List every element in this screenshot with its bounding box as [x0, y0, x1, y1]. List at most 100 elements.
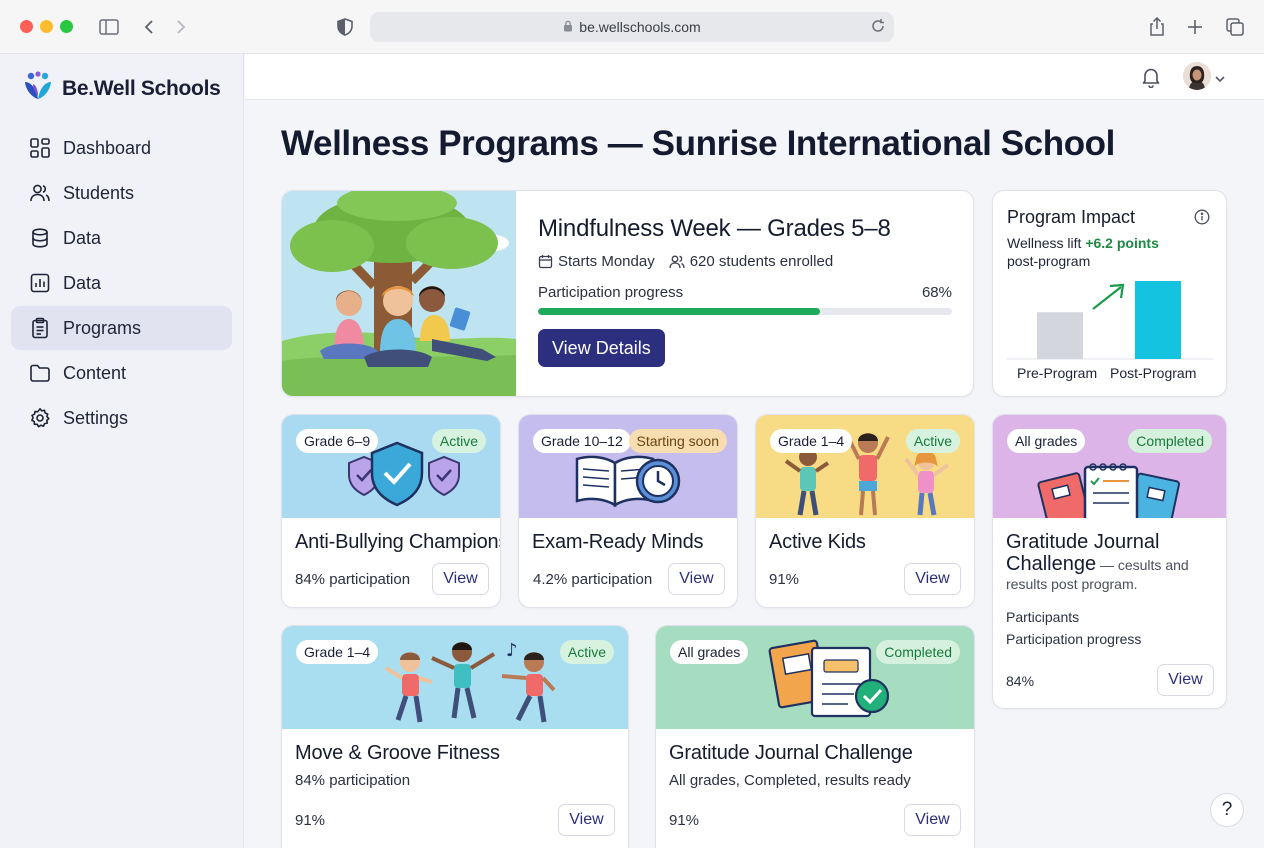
featured-enrollment: 620 students enrolled [669, 253, 833, 270]
status-badge: Completed [1128, 429, 1212, 453]
notification-bell-icon[interactable] [1141, 66, 1161, 93]
reload-icon[interactable] [870, 18, 886, 37]
featured-content: Mindfulness Week — Grades 5–8 Starts Mon… [538, 215, 952, 367]
chevron-down-icon[interactable] [1215, 70, 1225, 88]
clipboard-icon [32, 317, 48, 339]
progress-label: Participation progress [1006, 631, 1142, 647]
shield-icon[interactable] [332, 14, 358, 40]
zoom-window-button[interactable] [60, 20, 73, 33]
wellness-lift: Wellness lift +6.2 points post-program [1007, 234, 1212, 270]
tab-overview-icon[interactable] [1222, 14, 1248, 40]
program-description: All grades, Completed, results ready [669, 772, 911, 789]
participation-text: 84% participation [295, 571, 411, 588]
program-card-active-kids: Grade 1–4 Active Active Kids 91% View [755, 414, 975, 608]
sidebar-item-data[interactable]: Data [11, 216, 232, 260]
sidebar-item-label: Settings [63, 407, 129, 428]
bar-chart-icon [30, 273, 50, 293]
url-text: be.wellschools.com [579, 19, 701, 35]
page-title-rest: — Sunrise International School [598, 124, 1116, 163]
progress-percent: 68% [921, 284, 952, 301]
view-button[interactable]: View [904, 804, 961, 836]
minimize-window-button[interactable] [40, 20, 53, 33]
sidebar-item-data-reports[interactable]: Data [11, 261, 232, 305]
browser-toolbar: be.wellschools.com [0, 0, 1264, 54]
info-icon[interactable] [1194, 209, 1210, 230]
participation-percent: 91% [295, 812, 326, 829]
view-button[interactable]: View [904, 563, 961, 595]
sidebar-toggle-icon[interactable] [96, 14, 122, 40]
title-line-2: Challenge [1006, 553, 1097, 575]
avatar[interactable] [1183, 62, 1211, 90]
brand-name: Be.Well Schools [62, 76, 221, 100]
view-details-button[interactable]: View Details [538, 329, 665, 367]
sidebar-item-label: Data [63, 272, 102, 293]
participation-text: 91% [769, 571, 800, 588]
featured-meta: Starts Monday 620 students enrolled [538, 253, 952, 270]
impact-chart: Pre-Program Post-Program [1007, 275, 1213, 385]
help-button[interactable]: ? [1210, 793, 1244, 827]
sidebar-item-content[interactable]: Content [11, 351, 232, 395]
participation-progress-bar [538, 308, 952, 315]
progress-label: Participation progress [538, 284, 684, 301]
subtitle-a: — cesults and [1096, 557, 1189, 573]
status-badge: Starting soon [628, 429, 727, 453]
featured-title: Mindfulness Week — Grades 5–8 [538, 215, 891, 242]
program-impact-card: Program Impact Wellness lift +6.2 points… [992, 190, 1227, 397]
subtitle-b: results post program. [1006, 576, 1138, 592]
program-title: Gratitude Journal Challenge [669, 742, 913, 764]
sidebar-item-dashboard[interactable]: Dashboard [11, 126, 232, 170]
share-icon[interactable] [1144, 14, 1170, 40]
gear-icon [31, 408, 50, 428]
brand[interactable]: Be.Well Schools [22, 70, 221, 107]
svg-text:♪: ♪ [506, 640, 518, 661]
status-badge: Completed [876, 640, 960, 664]
grade-badge: All grades [670, 640, 749, 664]
featured-start: Starts Monday [538, 253, 655, 270]
program-title: Gratitude Journal Challenge — cesults an… [1006, 531, 1221, 576]
back-icon[interactable] [136, 14, 162, 40]
program-title: Move & Groove Fitness [295, 742, 500, 764]
view-button[interactable]: View [558, 804, 615, 836]
users-icon [30, 184, 50, 202]
progress-row: Participation progress 68% [538, 284, 952, 301]
page-title: Wellness Programs — Sunrise Internationa… [281, 124, 1115, 164]
sidebar: Be.Well Schools Dashboard Students Data … [0, 54, 244, 848]
folder-icon [30, 364, 50, 382]
sidebar-nav: Dashboard Students Data Data Programs Co… [11, 126, 232, 441]
grid-icon [30, 138, 50, 158]
forward-icon[interactable] [168, 14, 194, 40]
sidebar-item-programs[interactable]: Programs [11, 306, 232, 350]
lift-value: +6.2 points [1085, 235, 1159, 251]
program-title: Active Kids [769, 531, 866, 553]
sidebar-item-label: Content [63, 362, 127, 383]
address-bar[interactable]: be.wellschools.com [370, 12, 894, 42]
sidebar-item-settings[interactable]: Settings [11, 396, 232, 440]
database-icon [32, 228, 48, 248]
tick-label-pre: Pre-Program [1017, 365, 1098, 381]
impact-title: Program Impact [1007, 207, 1136, 227]
participants-label: Participants [1006, 609, 1080, 625]
program-title: Exam-Ready Minds [532, 531, 704, 553]
participation-text: 91% [669, 812, 700, 829]
grade-badge: All grades [1007, 429, 1086, 453]
status-badge: Active [559, 640, 614, 664]
status-badge: Active [431, 429, 486, 453]
view-button[interactable]: View [432, 563, 489, 595]
program-title: Anti-Bullying Champions [295, 531, 501, 553]
view-button[interactable]: View [668, 563, 725, 595]
page-title-bold: Wellness Programs [281, 124, 599, 163]
start-date-text: Starts Monday [558, 253, 655, 270]
program-card-gratitude-journal: All grades Completed Gratitude Journal C… [992, 414, 1227, 709]
new-tab-icon[interactable] [1182, 14, 1208, 40]
lock-icon [563, 19, 573, 35]
logo-icon [22, 70, 54, 107]
bar-pre-program [1037, 312, 1083, 359]
grade-badge: Grade 6–9 [296, 429, 379, 453]
bar-post-program [1135, 281, 1181, 359]
trend-arrow-icon [1092, 283, 1125, 310]
grade-badge: Grade 1–4 [770, 429, 853, 453]
sidebar-item-students[interactable]: Students [11, 171, 232, 215]
view-button[interactable]: View [1157, 664, 1214, 696]
close-window-button[interactable] [20, 20, 33, 33]
featured-program-card: Mindfulness Week — Grades 5–8 Starts Mon… [281, 190, 974, 397]
